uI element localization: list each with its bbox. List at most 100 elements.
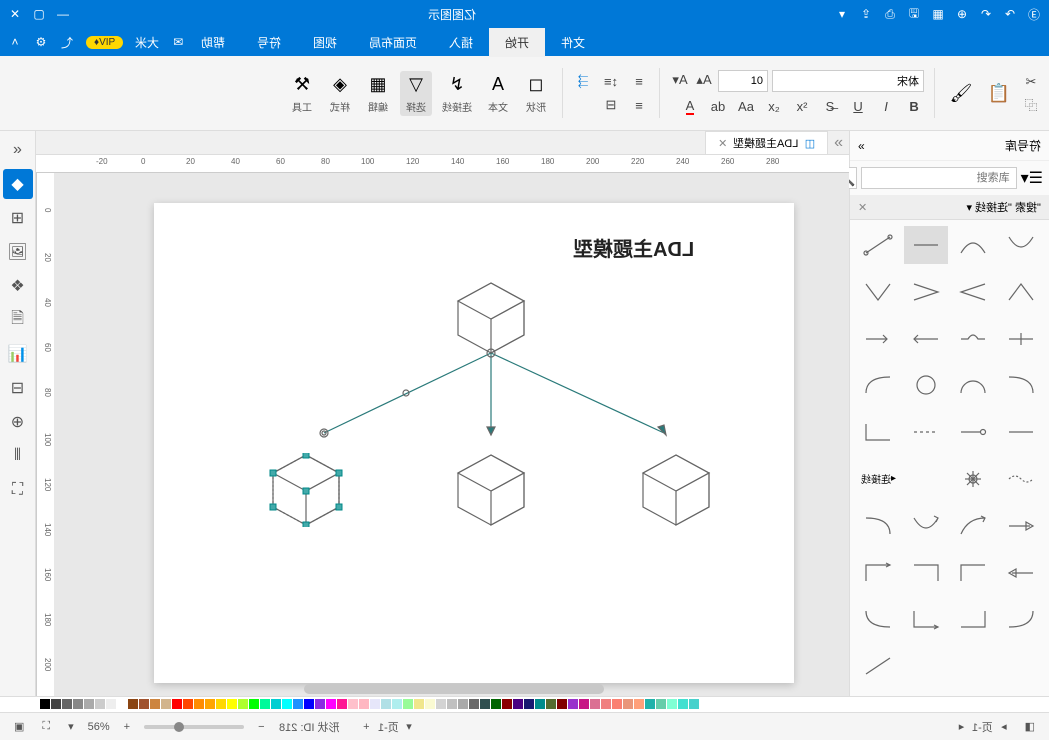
shape-line[interactable]	[904, 226, 948, 264]
zoom-out-icon[interactable]: −	[254, 719, 268, 735]
color-swatch[interactable]	[678, 699, 688, 709]
format-painter-button[interactable]: 🖌	[945, 79, 977, 107]
shape-elbow3[interactable]	[904, 554, 948, 592]
color-swatch[interactable]	[304, 699, 314, 709]
zoom-in-icon[interactable]: +	[120, 719, 134, 735]
shape-arc2[interactable]	[999, 226, 1043, 264]
super-button[interactable]: x²	[792, 96, 812, 116]
share-icon[interactable]: ⤴	[60, 35, 74, 49]
color-swatch[interactable]	[62, 699, 72, 709]
cube-center[interactable]: 语料另存普查	[454, 453, 528, 527]
color-swatch[interactable]	[557, 699, 567, 709]
menu-page-layout[interactable]: 页面布局	[353, 28, 433, 57]
italic-button[interactable]: I	[876, 96, 896, 116]
color-swatch[interactable]	[656, 699, 666, 709]
shape-dashed[interactable]	[904, 413, 948, 451]
menu-symbols[interactable]: 符号	[241, 28, 297, 57]
cut-button[interactable]: ✂	[1021, 72, 1041, 92]
font-size-select[interactable]	[718, 70, 768, 92]
shape-chevron[interactable]	[952, 273, 996, 311]
copy-button[interactable]: ⿻	[1021, 95, 1041, 115]
font-grow-icon[interactable]: A▴	[694, 70, 714, 90]
shape-cross[interactable]	[999, 320, 1043, 358]
page-next-icon[interactable]: ▸	[955, 718, 969, 735]
menu-help[interactable]: 帮助	[185, 28, 241, 57]
color-swatch[interactable]	[117, 699, 127, 709]
font-color-button[interactable]: A	[680, 96, 700, 116]
search-input[interactable]	[861, 167, 1017, 189]
tools-button[interactable]: ⚒工具	[286, 71, 318, 116]
menu-view[interactable]: 视图	[297, 28, 353, 57]
shape-button[interactable]: ◻形状	[520, 71, 552, 116]
color-swatch[interactable]	[403, 699, 413, 709]
color-swatch[interactable]	[84, 699, 94, 709]
user-name[interactable]: 大米	[135, 34, 159, 51]
color-swatch[interactable]	[612, 699, 622, 709]
color-swatch[interactable]	[513, 699, 523, 709]
color-swatch[interactable]	[623, 699, 633, 709]
color-swatch[interactable]	[359, 699, 369, 709]
shape-curve3[interactable]	[856, 507, 900, 545]
shape-curve4[interactable]	[904, 507, 948, 545]
shape-elbow4[interactable]	[952, 554, 996, 592]
collapse-strip-icon[interactable]: «	[3, 135, 33, 165]
vip-badge[interactable]: VIP♦	[86, 36, 123, 49]
color-swatch[interactable]	[73, 699, 83, 709]
shape-curve1[interactable]	[856, 366, 900, 404]
menu-home[interactable]: 开始	[489, 28, 545, 57]
color-swatch[interactable]	[260, 699, 270, 709]
tool-align[interactable]: ⫴	[3, 441, 33, 471]
color-swatch[interactable]	[491, 699, 501, 709]
color-swatch[interactable]	[315, 699, 325, 709]
highlight-button[interactable]: ab	[708, 96, 728, 116]
style-button[interactable]: ◈样式	[324, 71, 356, 116]
color-swatch[interactable]	[458, 699, 468, 709]
msg-icon[interactable]: ✉	[171, 35, 185, 49]
color-swatch[interactable]	[370, 699, 380, 709]
color-swatch[interactable]	[392, 699, 402, 709]
color-swatch[interactable]	[502, 699, 512, 709]
case-button[interactable]: Aa	[736, 96, 756, 116]
color-swatch[interactable]	[480, 699, 490, 709]
library-menu-icon[interactable]: ☰▾	[1021, 168, 1043, 188]
page-prev-icon[interactable]: ◂	[997, 718, 1011, 735]
color-swatch[interactable]	[227, 699, 237, 709]
underline-button[interactable]: U	[848, 96, 868, 116]
fit-page-icon[interactable]: ⛶	[38, 718, 54, 735]
font-shrink-icon[interactable]: A▾	[670, 70, 690, 90]
color-swatch[interactable]	[425, 699, 435, 709]
color-swatch[interactable]	[293, 699, 303, 709]
shape-star[interactable]	[952, 460, 996, 498]
color-swatch[interactable]	[546, 699, 556, 709]
color-swatch[interactable]	[601, 699, 611, 709]
shape-caret[interactable]	[999, 273, 1043, 311]
shape-arrow4[interactable]	[999, 554, 1043, 592]
canvas[interactable]: LDA主题模型	[54, 173, 849, 696]
shapes-category[interactable]: 搜索 "连接线" ▾ ✕	[850, 195, 1049, 220]
tool-image[interactable]: 🖼	[3, 237, 33, 267]
color-swatch[interactable]	[172, 699, 182, 709]
color-swatch[interactable]	[183, 699, 193, 709]
color-swatch[interactable]	[139, 699, 149, 709]
color-swatch[interactable]	[161, 699, 171, 709]
shape-zigzag[interactable]	[856, 273, 900, 311]
doc-tab[interactable]: ◫ LDA主题模型 ✕	[705, 131, 828, 154]
color-swatch[interactable]	[645, 699, 655, 709]
minimize-icon[interactable]: —	[56, 7, 70, 21]
cube-left[interactable]: 语料另存普查	[269, 453, 343, 527]
undo-icon[interactable]: ↶	[1003, 7, 1017, 21]
color-swatch[interactable]	[568, 699, 578, 709]
redo-icon[interactable]: ↷	[979, 7, 993, 21]
strike-button[interactable]: S̶	[820, 96, 840, 116]
font-name-select[interactable]	[772, 70, 924, 92]
color-swatch[interactable]	[689, 699, 699, 709]
shape-curve6[interactable]	[856, 600, 900, 638]
cube-right[interactable]: 语料另存普查	[639, 453, 713, 527]
paste-button[interactable]: 📋	[983, 79, 1015, 107]
color-swatch[interactable]	[249, 699, 259, 709]
shape-elbow5[interactable]	[904, 600, 948, 638]
shape-curve5[interactable]	[952, 507, 996, 545]
shape-elbow[interactable]	[856, 413, 900, 451]
tab-close-icon[interactable]: ✕	[718, 137, 727, 150]
color-swatch[interactable]	[535, 699, 545, 709]
